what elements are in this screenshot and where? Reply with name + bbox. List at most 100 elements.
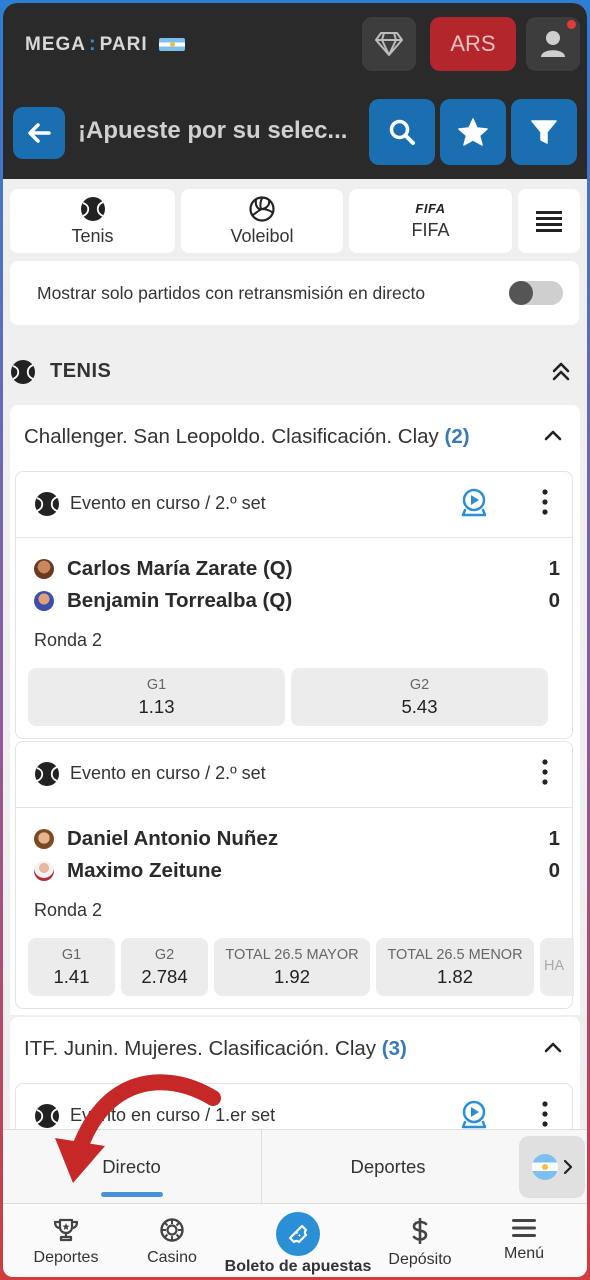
event-status: Evento en curso / 2.º set (70, 493, 266, 513)
notification-dot (567, 20, 576, 29)
sport-tab-fifa[interactable]: FIFA FIFA (349, 189, 512, 253)
sport-tab-tennis[interactable]: Tenis (10, 189, 175, 253)
page-title: ¡Apueste por su selec... (78, 117, 348, 144)
user-icon (541, 31, 565, 57)
diamond-icon (375, 32, 403, 56)
odd-button[interactable]: HA (540, 938, 574, 996)
player-avatar (34, 591, 54, 611)
trophy-icon (53, 1218, 79, 1242)
event-card[interactable]: Evento en curso / 2.º set Carlos María Z… (15, 471, 573, 739)
tennis-ball-icon (35, 492, 59, 516)
more-vertical-icon[interactable] (542, 759, 548, 785)
league-name: ITF. Junin. Mujeres. Clasificación. Clay (24, 1037, 377, 1060)
section-header-tennis[interactable]: TENIS (10, 355, 580, 389)
diamond-button[interactable] (362, 17, 416, 71)
nav-deposito[interactable]: Depósito (365, 1204, 475, 1277)
team-score: 0 (548, 589, 560, 612)
odd-value: 1.41 (53, 965, 90, 987)
odd-label: G2 (409, 676, 430, 693)
nav-label: Deportes (33, 1249, 99, 1266)
odds-row: G1 1.13 G2 5.43 (28, 668, 548, 726)
sport-tab-label: FIFA (411, 220, 450, 240)
nav-boleto[interactable]: Boleto de apuestas (223, 1204, 373, 1277)
tab-deportes[interactable]: Deportes (261, 1130, 514, 1204)
event-header: Evento en curso / 2.º set (16, 742, 572, 808)
nav-deportes[interactable]: Deportes (11, 1204, 121, 1277)
stream-filter-row: Mostrar solo partidos con retransmisión … (10, 261, 579, 325)
currency-button[interactable]: ARS (430, 17, 516, 71)
search-icon (389, 119, 415, 145)
tennis-ball-icon (11, 360, 35, 384)
odd-button[interactable]: G1 1.41 (28, 938, 115, 996)
odd-button[interactable]: G1 1.13 (28, 668, 285, 726)
user-button[interactable] (526, 17, 580, 71)
double-chevron-up-icon[interactable] (552, 361, 570, 381)
annotation-arrow-icon (55, 1074, 221, 1183)
live-stream-icon[interactable] (460, 1100, 488, 1129)
more-sports-button[interactable] (518, 189, 580, 253)
event-round: Ronda 2 (34, 630, 103, 650)
logo-text-left: MEGA (25, 33, 86, 55)
more-vertical-icon[interactable] (542, 489, 548, 515)
menu-icon (512, 1219, 536, 1237)
fifa-logo: FIFA (415, 201, 446, 216)
player-avatar (34, 559, 54, 579)
stream-filter-label: Mostrar solo partidos con retransmisión … (37, 283, 426, 303)
event-card[interactable]: Evento en curso / 2.º set Daniel Antonio… (15, 741, 574, 1009)
logo-text-right: PARI (99, 33, 148, 55)
league-name: Challenger. San Leopoldo. Clasificación.… (24, 425, 439, 448)
league-card: Challenger. San Leopoldo. Clasificación.… (10, 405, 580, 1015)
filter-button[interactable] (511, 99, 577, 165)
odd-button[interactable]: TOTAL 26.5 MENOR 1.82 (376, 938, 534, 996)
app-frame: MEGA:PARI ARS ¡Apueste por su selec... (3, 3, 587, 1277)
odd-button[interactable]: G2 5.43 (291, 668, 548, 726)
nav-label: Casino (147, 1249, 197, 1266)
nav-label: Depósito (388, 1251, 452, 1268)
casino-chip-icon (160, 1218, 184, 1242)
star-icon (458, 118, 488, 146)
league-count: (2) (444, 425, 470, 448)
nav-menu[interactable]: Menú (469, 1204, 579, 1277)
player-avatar (34, 829, 54, 849)
league-title[interactable]: Challenger. San Leopoldo. Clasificación.… (24, 425, 470, 449)
odd-button[interactable]: TOTAL 26.5 MAYOR 1.92 (214, 938, 370, 996)
team-row: Maximo Zeitune 0 (34, 858, 560, 884)
odd-value: 1.82 (436, 965, 473, 987)
odd-value: 5.43 (401, 695, 438, 717)
ticket-icon (288, 1224, 308, 1244)
argentina-flag-icon (532, 1154, 558, 1180)
live-stream-icon[interactable] (460, 488, 488, 520)
team-row: Daniel Antonio Nuñez 1 (34, 826, 560, 852)
country-selector[interactable] (519, 1136, 585, 1198)
event-header: Evento en curso / 2.º set (16, 472, 572, 538)
events-content: Tenis Voleibol FIFA FIFA Mostrar solo pa… (3, 179, 587, 1129)
dollar-icon (412, 1218, 428, 1244)
search-button[interactable] (369, 99, 435, 165)
odd-label: HA (544, 957, 565, 974)
league-count: (3) (381, 1037, 407, 1060)
megapari-logo[interactable]: MEGA: PARI (25, 33, 185, 56)
arrow-left-icon (28, 123, 51, 143)
odd-value: 1.13 (138, 695, 175, 717)
argentina-flag-icon (158, 38, 185, 51)
event-round: Ronda 2 (34, 900, 103, 920)
top-bar: MEGA: PARI ARS (3, 3, 587, 85)
more-vertical-icon[interactable] (542, 1101, 548, 1127)
bottom-navigation: Deportes Casino Boleto de apuestas Depós… (3, 1203, 587, 1277)
filter-icon (531, 120, 557, 144)
toggle-knob (509, 281, 533, 305)
odd-label: G1 (146, 676, 167, 693)
team-row: Carlos María Zarate (Q) 1 (34, 556, 560, 582)
favorites-button[interactable] (440, 99, 506, 165)
back-button[interactable] (13, 107, 65, 159)
team-name: Carlos María Zarate (Q) (67, 557, 293, 580)
chevron-up-icon[interactable] (544, 429, 562, 441)
odd-button[interactable]: G2 2.784 (121, 938, 208, 996)
chevron-up-icon[interactable] (544, 1041, 562, 1053)
team-score: 1 (548, 557, 560, 580)
nav-casino[interactable]: Casino (117, 1204, 227, 1277)
list-icon (536, 211, 562, 232)
sport-tab-volleyball[interactable]: Voleibol (181, 189, 343, 253)
stream-filter-toggle[interactable] (509, 281, 563, 305)
odd-value: 1.92 (273, 965, 310, 987)
